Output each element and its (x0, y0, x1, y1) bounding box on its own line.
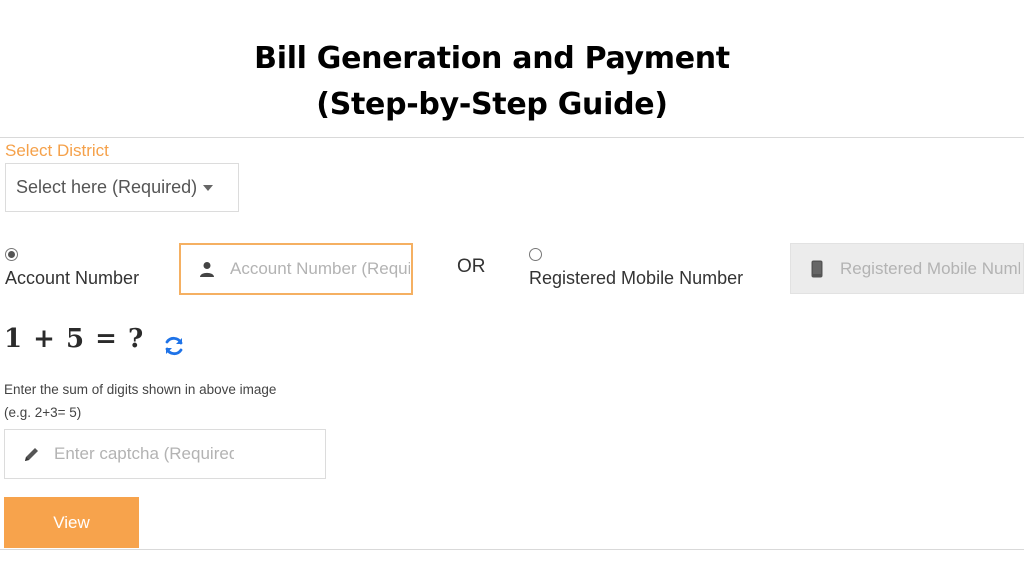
page-title-line2: (Step-by-Step Guide) (316, 87, 668, 122)
district-label: Select District (5, 141, 109, 160)
district-select-value: Select here (Required) (16, 177, 198, 197)
view-button[interactable]: View (4, 497, 139, 548)
mobile-number-field[interactable] (790, 243, 1024, 294)
caret-down-icon (203, 184, 214, 191)
mobile-number-input[interactable] (840, 258, 1020, 279)
account-number-input[interactable] (230, 259, 410, 279)
pencil-icon (22, 445, 40, 463)
mobile-number-radio[interactable] (529, 248, 542, 261)
page-title-line1: Bill Generation and Payment (254, 41, 730, 76)
account-number-label: Account Number (5, 268, 140, 288)
account-number-radio[interactable] (5, 248, 18, 261)
top-divider (0, 137, 1024, 138)
district-select[interactable]: Select here (Required) (5, 163, 239, 212)
captcha-input[interactable] (54, 444, 234, 464)
captcha-hint: Enter the sum of digits shown in above i… (4, 382, 277, 397)
mobile-number-label: Registered Mobile Number (529, 268, 744, 288)
captcha-image: 1 + 5 = ? (4, 324, 145, 354)
refresh-icon[interactable] (162, 334, 186, 358)
account-number-field[interactable] (179, 243, 413, 295)
page-title: Bill Generation and Payment (Step-by-Ste… (0, 36, 984, 128)
bottom-divider (0, 549, 1024, 550)
user-icon (198, 260, 216, 278)
mobile-phone-icon (808, 260, 826, 278)
captcha-example: (e.g. 2+3= 5) (4, 405, 82, 420)
captcha-field[interactable] (4, 429, 326, 479)
or-separator: OR (457, 256, 486, 277)
